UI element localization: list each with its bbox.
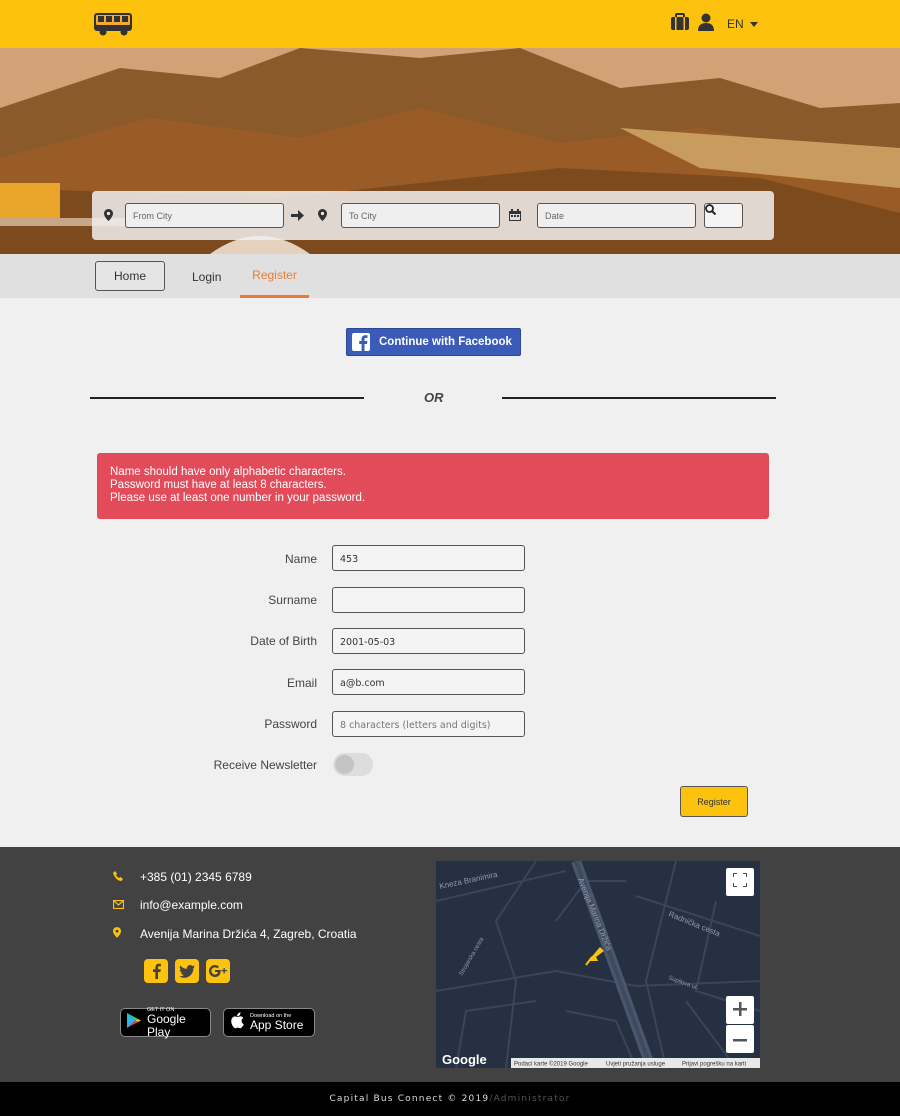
email-field[interactable]: a@b.com: [332, 669, 525, 695]
facebook-login-button[interactable]: Continue with Facebook: [346, 328, 521, 356]
zoom-in-button[interactable]: [726, 996, 754, 1024]
zoom-out-button[interactable]: [726, 1025, 754, 1053]
copyright-text: Capital Bus Connect © 2019: [329, 1094, 490, 1104]
from-city-input[interactable]: From City: [125, 203, 284, 228]
tab-register[interactable]: Register: [240, 254, 309, 298]
administrator-link[interactable]: /Administrator: [489, 1094, 570, 1104]
to-city-input[interactable]: To City: [341, 203, 500, 228]
footer-phone: +385 (01) 2345 6789: [113, 870, 252, 884]
top-bar: EN: [0, 0, 900, 48]
surname-field[interactable]: [332, 587, 525, 613]
language-dropdown[interactable]: EN: [727, 17, 758, 31]
tab-login[interactable]: Login: [192, 270, 221, 284]
envelope-icon: [112, 898, 140, 912]
google-play-text: Google Play: [147, 1011, 186, 1039]
google-logo: Google: [442, 1052, 487, 1067]
fullscreen-icon: [732, 871, 748, 892]
error-message: Please use at least one number in your p…: [110, 492, 366, 504]
bus-logo-icon[interactable]: [92, 10, 136, 38]
caret-down-icon: [749, 21, 758, 27]
app-store-text: App Store: [250, 1018, 304, 1032]
copyright-bar: Capital Bus Connect © 2019 /Administrato…: [0, 1082, 900, 1116]
date-of-birth-field[interactable]: 2001-05-03: [332, 628, 525, 654]
google-play-icon: [127, 1012, 141, 1033]
divider-right: [502, 397, 776, 399]
user-icon[interactable]: [698, 13, 714, 36]
search-button[interactable]: [704, 203, 743, 228]
or-separator: OR: [424, 390, 444, 405]
hero-banner: From City To City Date: [0, 48, 900, 254]
fullscreen-button[interactable]: [726, 868, 754, 896]
email-label: Email: [286, 676, 317, 690]
date-of-birth-label: Date of Birth: [250, 634, 317, 648]
password-label: Password: [264, 717, 317, 731]
date-input[interactable]: Date: [537, 203, 696, 228]
error-message: Password must have at least 8 characters…: [110, 479, 327, 491]
facebook-icon: [352, 333, 370, 351]
register-button[interactable]: Register: [680, 786, 748, 817]
email-link[interactable]: info@example.com: [140, 898, 243, 912]
address-text: Avenija Marina Držića 4, Zagreb, Croatia: [140, 927, 357, 941]
error-message: Name should have only alphabetic charact…: [110, 466, 346, 478]
phone-number: +385 (01) 2345 6789: [140, 870, 252, 884]
facebook-icon[interactable]: [144, 959, 168, 983]
divider-left: [90, 397, 364, 399]
toggle-knob: [335, 755, 354, 774]
footer-email: info@example.com: [112, 898, 243, 912]
briefcase-icon[interactable]: [670, 13, 690, 36]
plus-icon: [733, 999, 747, 1022]
name-field[interactable]: 453: [332, 545, 525, 571]
footer-address: Avenija Marina Držića 4, Zagreb, Croatia: [113, 927, 357, 941]
tab-home[interactable]: Home: [95, 261, 165, 291]
app-store-badge[interactable]: Download on the App Store: [223, 1008, 315, 1037]
apple-icon: [230, 1011, 244, 1034]
map-image: Kneza Branimira Avenija Marina Držića Ra…: [436, 861, 760, 1068]
google-play-badge[interactable]: GET IT ON Google Play: [120, 1007, 211, 1039]
password-field[interactable]: 8 characters (letters and digits): [332, 711, 525, 737]
google-plus-icon[interactable]: [206, 959, 230, 983]
phone-icon: [113, 870, 140, 884]
social-links: [144, 959, 230, 983]
twitter-icon[interactable]: [175, 959, 199, 983]
nav-tabs: Home Login Register: [0, 254, 900, 298]
map-marker-icon: [113, 927, 140, 941]
facebook-login-label: Continue with Facebook: [379, 336, 512, 348]
map-report-link: Prijavi pogrešku na karti: [682, 1062, 746, 1068]
map-terms-link: Uvjeti pružanja usluge: [606, 1062, 666, 1068]
language-label: EN: [727, 17, 744, 31]
newsletter-toggle[interactable]: [333, 753, 373, 776]
location-map[interactable]: Kneza Branimira Avenija Marina Držića Ra…: [436, 861, 760, 1068]
search-panel: From City To City Date: [92, 191, 774, 240]
footer: +385 (01) 2345 6789 info@example.com Ave…: [0, 847, 900, 1082]
name-label: Name: [284, 552, 317, 566]
surname-label: Surname: [268, 593, 317, 607]
error-alert: Name should have only alphabetic charact…: [97, 453, 769, 519]
map-attribution: Podaci karte ©2019 Google: [514, 1061, 588, 1068]
newsletter-label: Receive Newsletter: [213, 758, 317, 772]
minus-icon: [733, 1030, 747, 1048]
